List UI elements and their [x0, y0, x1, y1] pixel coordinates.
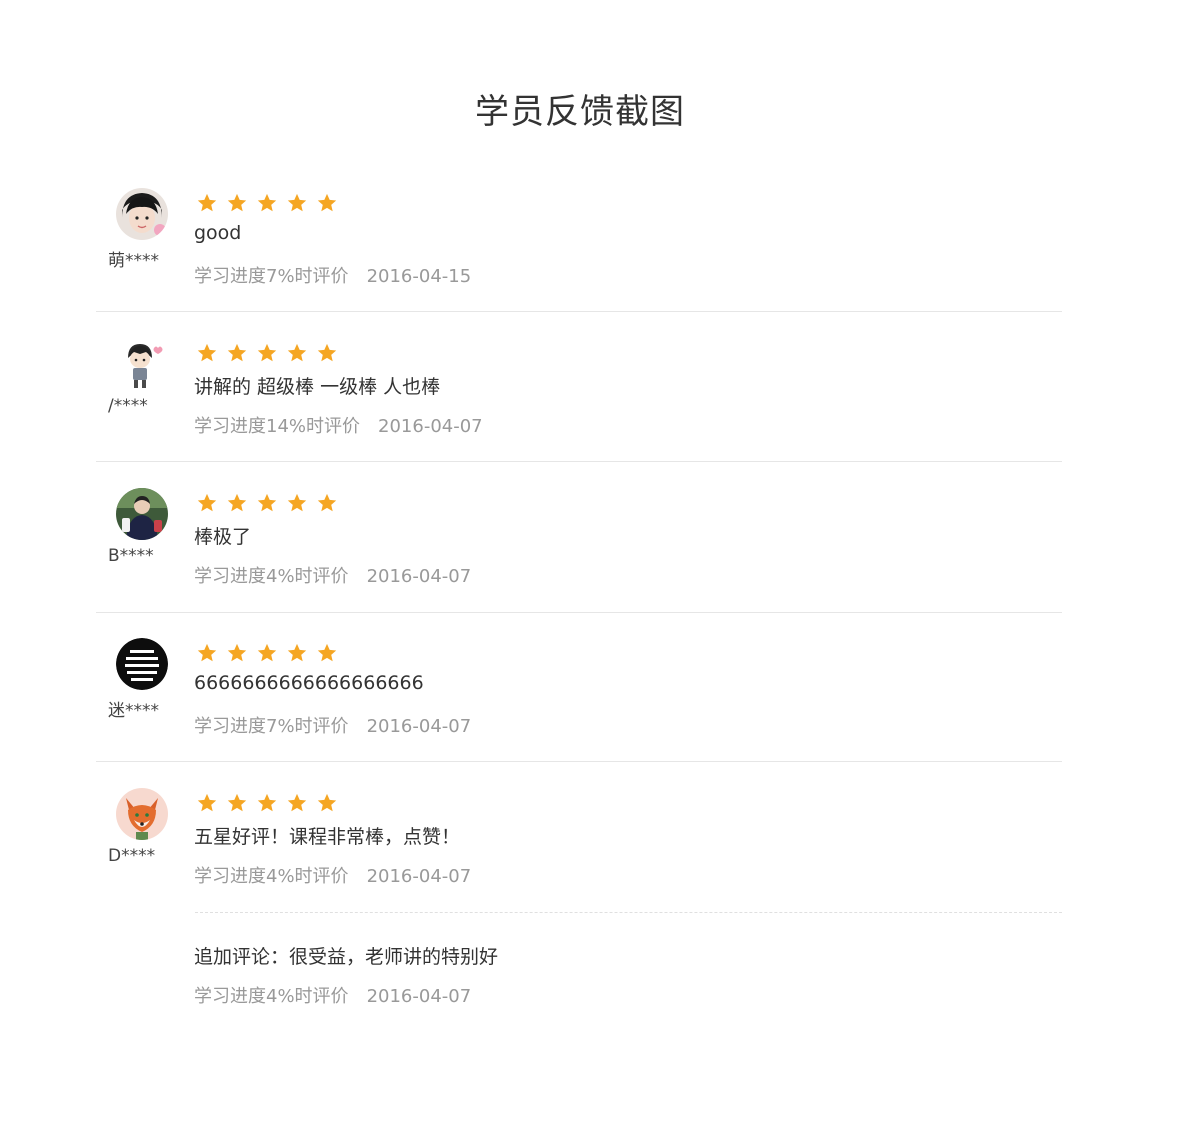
star-rating — [196, 342, 338, 364]
star-icon — [197, 193, 217, 212]
review-meta: 学习进度4%时评价 2016-04-07 — [194, 862, 471, 888]
star-icon — [197, 343, 217, 362]
progress-text: 学习进度7%时评价 — [194, 716, 349, 737]
followup-meta: 学习进度4%时评价 2016-04-07 — [194, 982, 471, 1008]
followup-text: 追加评论：很受益，老师讲的特别好 — [194, 946, 499, 968]
star-icon — [317, 793, 337, 812]
star-icon — [287, 193, 307, 212]
progress-text: 学习进度4%时评价 — [194, 866, 349, 887]
review-date: 2016-04-07 — [366, 566, 472, 587]
progress-text: 学习进度4%时评价 — [194, 986, 349, 1007]
star-icon — [287, 343, 307, 362]
review-date: 2016-04-07 — [366, 866, 472, 887]
fox-avatar-icon[interactable] — [116, 788, 168, 840]
star-icon — [257, 643, 277, 662]
username: 迷**** — [108, 701, 159, 721]
page-title: 学员反馈截图 — [475, 92, 685, 132]
star-icon — [317, 493, 337, 512]
separator — [96, 612, 1062, 613]
review-comment: 6666666666666666666 — [194, 672, 424, 694]
star-icon — [227, 493, 247, 512]
star-icon — [227, 193, 247, 212]
star-icon — [317, 343, 337, 362]
star-icon — [197, 643, 217, 662]
star-icon — [287, 643, 307, 662]
review-comment: 五星好评！课程非常棒，点赞！ — [194, 826, 461, 848]
star-rating — [196, 792, 338, 814]
username: D**** — [108, 846, 156, 866]
progress-text: 学习进度7%时评价 — [194, 266, 349, 287]
review-meta: 学习进度7%时评价 2016-04-15 — [194, 262, 471, 288]
review-meta: 学习进度14%时评价 2016-04-07 — [194, 412, 483, 438]
cartoon-boy-avatar-icon[interactable] — [116, 338, 168, 390]
star-icon — [197, 793, 217, 812]
username: B**** — [108, 546, 154, 566]
review-meta: 学习进度7%时评价 2016-04-07 — [194, 712, 471, 738]
review-meta: 学习进度4%时评价 2016-04-07 — [194, 562, 471, 588]
star-rating — [196, 642, 338, 664]
star-icon — [287, 793, 307, 812]
separator — [96, 311, 1062, 312]
star-rating — [196, 192, 338, 214]
review-comment: good — [194, 222, 242, 244]
star-icon — [257, 193, 277, 212]
review-comment: 讲解的 超级棒 一级棒 人也棒 — [194, 376, 441, 398]
star-icon — [257, 493, 277, 512]
star-icon — [317, 643, 337, 662]
username: 萌**** — [108, 251, 159, 271]
star-icon — [287, 493, 307, 512]
review-date: 2016-04-15 — [366, 266, 472, 287]
star-icon — [257, 343, 277, 362]
username: /**** — [108, 396, 148, 416]
dashed-separator — [195, 912, 1062, 913]
separator — [96, 461, 1062, 462]
photo-avatar-icon[interactable] — [116, 488, 168, 540]
star-icon — [227, 643, 247, 662]
star-rating — [196, 492, 338, 514]
text-badge-avatar-icon[interactable] — [116, 638, 168, 690]
review-date: 2016-04-07 — [366, 986, 472, 1007]
girl-avatar-icon[interactable] — [116, 188, 168, 240]
progress-text: 学习进度4%时评价 — [194, 566, 349, 587]
star-icon — [197, 493, 217, 512]
review-date: 2016-04-07 — [366, 716, 472, 737]
review-date: 2016-04-07 — [378, 416, 483, 437]
star-icon — [227, 343, 247, 362]
progress-text: 学习进度14%时评价 — [194, 416, 361, 437]
separator — [96, 761, 1062, 762]
star-icon — [317, 193, 337, 212]
star-icon — [257, 793, 277, 812]
review-comment: 棒极了 — [194, 526, 252, 548]
star-icon — [227, 793, 247, 812]
